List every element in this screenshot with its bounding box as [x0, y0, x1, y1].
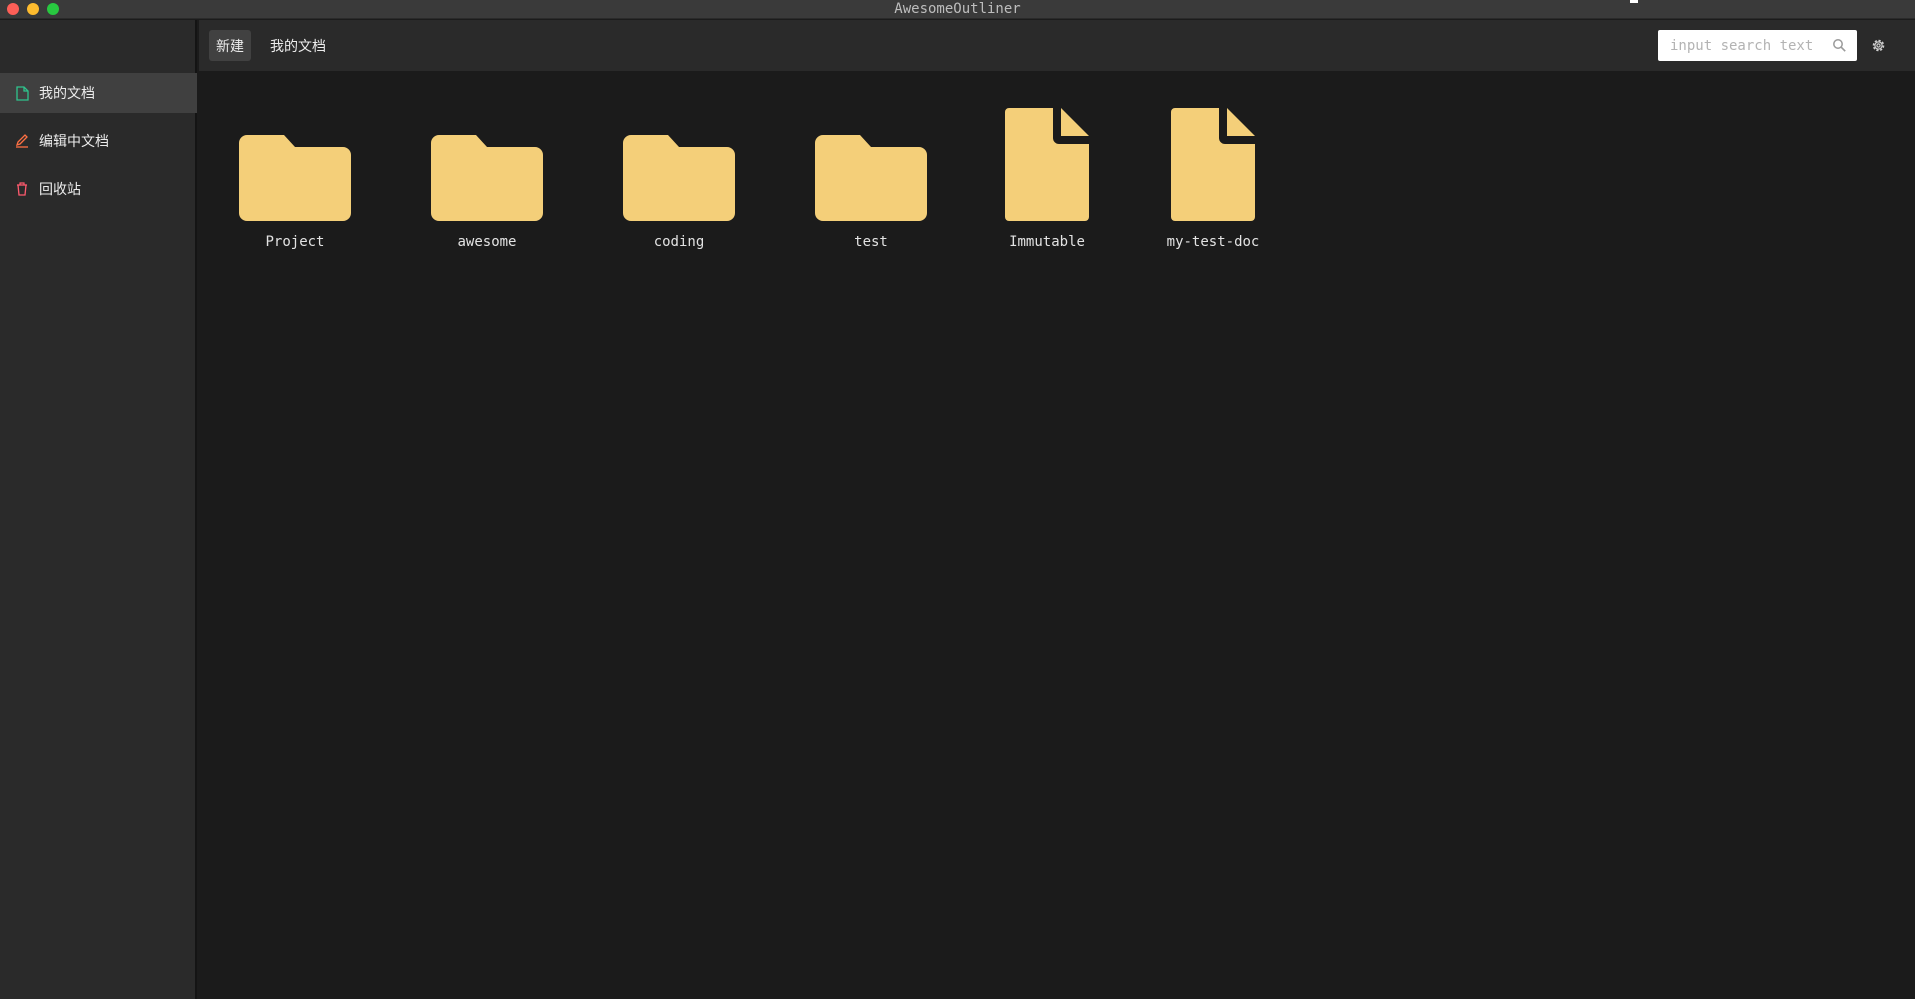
file-icon	[1171, 106, 1255, 221]
sidebar-item-editing-documents[interactable]: 编辑中文档	[0, 121, 197, 161]
sidebar-item-label: 我的文档	[39, 86, 95, 102]
folder-icon	[239, 106, 351, 221]
title-bar-marker	[1630, 0, 1638, 3]
document-item[interactable]: Immutable	[999, 106, 1095, 250]
sidebar-item-label: 回收站	[39, 182, 81, 198]
file-grid: Project awesome coding test Immutable my…	[199, 71, 1915, 999]
folder-item[interactable]: test	[815, 106, 927, 250]
sidebar-item-my-documents[interactable]: 我的文档	[0, 73, 197, 113]
folder-item[interactable]: coding	[623, 106, 735, 250]
folder-name: awesome	[457, 234, 517, 250]
gear-icon[interactable]	[1870, 37, 1887, 54]
search-box	[1658, 30, 1857, 61]
folder-name: test	[854, 234, 888, 250]
folder-name: Project	[265, 234, 325, 250]
sidebar-item-recycle-bin[interactable]: 回收站	[0, 169, 197, 209]
title-bar: AwesomeOutliner	[0, 0, 1915, 19]
document-name: my-test-doc	[1166, 234, 1260, 250]
document-item[interactable]: my-test-doc	[1158, 106, 1268, 250]
new-button[interactable]: 新建	[209, 30, 251, 61]
edit-icon	[14, 133, 30, 149]
breadcrumb-my-documents[interactable]: 我的文档	[263, 30, 333, 61]
sidebar-item-label: 编辑中文档	[39, 134, 109, 150]
trash-icon	[14, 181, 30, 197]
toolbar: 新建 我的文档	[199, 20, 1915, 71]
folder-icon	[623, 106, 735, 221]
file-icon	[1005, 106, 1089, 221]
folder-item[interactable]: awesome	[431, 106, 543, 250]
folder-item[interactable]: Project	[239, 106, 351, 250]
search-icon[interactable]	[1832, 38, 1847, 53]
sidebar: 我的文档 编辑中文档 回收站	[0, 20, 197, 999]
document-icon	[14, 85, 30, 101]
document-name: Immutable	[1009, 234, 1085, 250]
search-input[interactable]	[1670, 37, 1830, 54]
folder-icon	[815, 106, 927, 221]
folder-icon	[431, 106, 543, 221]
folder-name: coding	[653, 234, 705, 250]
window-title: AwesomeOutliner	[894, 1, 1021, 17]
